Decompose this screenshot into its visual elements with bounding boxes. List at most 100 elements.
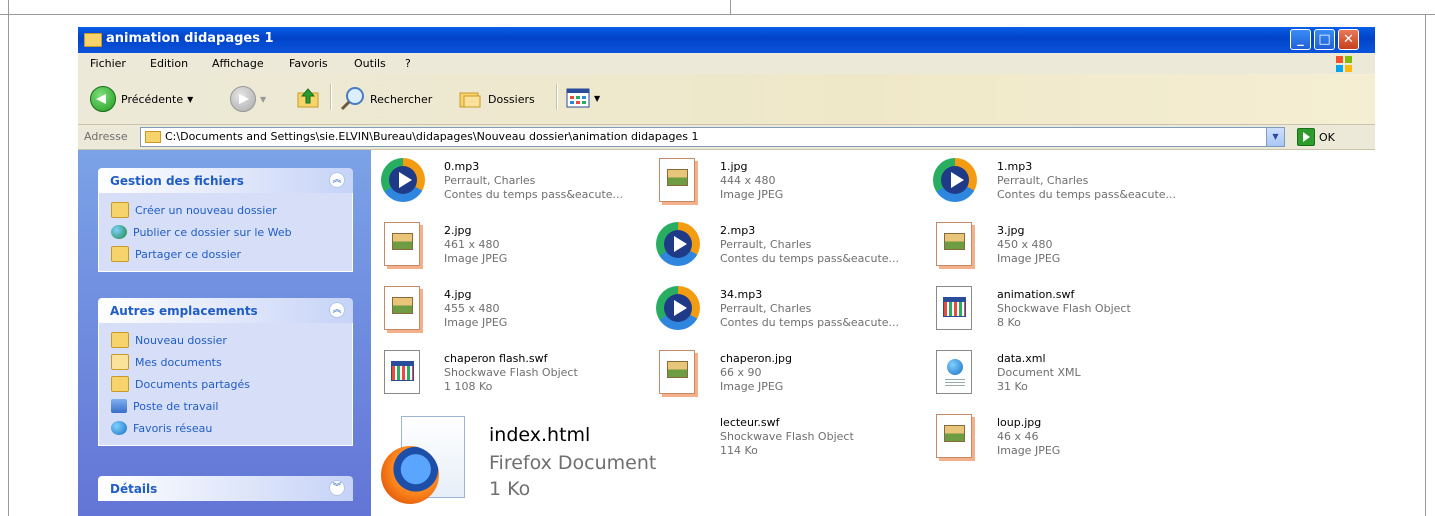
address-label: Adresse: [84, 130, 128, 143]
place-shared-documents[interactable]: Documents partagés: [99, 373, 352, 395]
views-icon: [566, 88, 590, 108]
expand-icon[interactable]: ︾: [329, 480, 345, 496]
file-meta: Contes du temps pass&eacute...: [997, 188, 1177, 201]
menu-outils[interactable]: Outils: [354, 57, 386, 70]
file-meta: Image JPEG: [444, 252, 508, 265]
place-network[interactable]: Favoris réseau: [99, 417, 352, 439]
place-label: Favoris réseau: [133, 421, 213, 435]
details-panel: Détails ︾: [98, 476, 353, 501]
file-name: chaperon.jpg: [720, 352, 793, 365]
file-meta: Image JPEG: [720, 188, 784, 201]
file-name: 1.jpg: [720, 160, 748, 173]
place-new-folder[interactable]: Nouveau dossier: [99, 329, 352, 351]
task-label: Publier ce dossier sur le Web: [133, 225, 292, 239]
file-meta: 31 Ko: [997, 380, 1028, 393]
file-item[interactable]: 2.mp3 Perrault, Charles Contes du temps …: [656, 222, 926, 278]
panel-header[interactable]: Détails ︾: [98, 476, 353, 501]
task-pane: Gestion des fichiers ︽ Créer un nouveau …: [78, 150, 371, 516]
file-meta: 8 Ko: [997, 316, 1021, 329]
menu-fichier[interactable]: Fichier: [90, 57, 126, 70]
task-label: Créer un nouveau dossier: [135, 203, 277, 217]
file-name: 2.jpg: [444, 224, 472, 237]
file-item[interactable]: animation.swf Shockwave Flash Object 8 K…: [933, 286, 1223, 342]
close-button[interactable]: ✕: [1338, 29, 1359, 50]
flash-file-icon: [384, 350, 420, 394]
task-new-folder[interactable]: Créer un nouveau dossier: [99, 199, 352, 221]
network-icon: [111, 421, 127, 435]
forward-button[interactable]: ▼: [230, 86, 266, 112]
file-name: lecteur.swf: [720, 416, 780, 429]
collapse-icon[interactable]: ︽: [329, 172, 345, 188]
folder-icon: [145, 131, 161, 143]
file-meta: Contes du temps pass&eacute...: [720, 252, 900, 265]
folders-label: Dossiers: [488, 92, 535, 106]
file-item[interactable]: 3.jpg 450 x 480 Image JPEG: [933, 222, 1223, 278]
back-arrow-icon: [90, 86, 116, 112]
file-item[interactable]: chaperon.jpg 66 x 90 Image JPEG: [656, 350, 926, 406]
place-my-computer[interactable]: Poste de travail: [99, 395, 352, 417]
task-publish-web[interactable]: Publier ce dossier sur le Web: [99, 221, 352, 243]
address-bar: Adresse C:\Documents and Settings\sie.EL…: [78, 125, 1375, 150]
maximize-button[interactable]: □: [1314, 29, 1335, 50]
file-name: 0.mp3: [444, 160, 480, 173]
menu-help[interactable]: ?: [405, 57, 411, 70]
explorer-window: animation didapages 1 _ □ ✕ Fichier Edit…: [78, 27, 1375, 516]
file-item[interactable]: 1.mp3 Perrault, Charles Contes du temps …: [933, 158, 1223, 214]
address-field[interactable]: C:\Documents and Settings\sie.ELVIN\Bure…: [140, 127, 1285, 147]
file-item[interactable]: 1.jpg 444 x 480 Image JPEG: [656, 158, 926, 214]
back-button[interactable]: Précédente ▼: [90, 86, 193, 112]
folders-button[interactable]: Dossiers: [458, 89, 535, 109]
file-meta: Image JPEG: [997, 444, 1061, 457]
file-item[interactable]: 2.jpg 461 x 480 Image JPEG: [381, 222, 651, 278]
task-share-folder[interactable]: Partager ce dossier: [99, 243, 352, 265]
file-name: index.html: [489, 424, 591, 446]
views-button[interactable]: ▼: [566, 88, 600, 108]
file-item-selected[interactable]: index.html Firefox Document 1 Ko: [381, 416, 656, 512]
menu-edition[interactable]: Edition: [150, 57, 188, 70]
image-file-icon: [384, 286, 420, 330]
file-name: 4.jpg: [444, 288, 472, 301]
file-item[interactable]: 0.mp3 Perrault, Charles Contes du temps …: [381, 158, 651, 214]
folder-up-icon: [297, 88, 319, 108]
file-meta: Firefox Document: [489, 452, 657, 474]
search-button[interactable]: Rechercher: [340, 86, 432, 112]
title-bar[interactable]: animation didapages 1 _ □ ✕: [78, 27, 1375, 53]
search-icon: [340, 87, 364, 111]
panel-header[interactable]: Autres emplacements ︽: [98, 298, 353, 323]
file-meta: 66 x 90: [720, 366, 762, 379]
minimize-button[interactable]: _: [1290, 29, 1311, 50]
panel-title: Gestion des fichiers: [110, 174, 244, 188]
document-frame-line: [1425, 14, 1426, 516]
folder-icon: [111, 376, 129, 392]
forward-arrow-icon: [230, 86, 256, 112]
file-name: 34.mp3: [720, 288, 763, 301]
globe-icon: [111, 225, 127, 239]
menu-favoris[interactable]: Favoris: [289, 57, 328, 70]
toolbar-separator: [330, 84, 332, 110]
image-file-icon: [659, 158, 695, 202]
go-button[interactable]: OK: [1297, 128, 1335, 146]
up-folder-button[interactable]: [296, 87, 320, 109]
address-dropdown-button[interactable]: ▼: [1266, 128, 1284, 146]
chevron-down-icon: ▼: [187, 94, 194, 104]
panel-title: Détails: [110, 482, 158, 496]
file-meta: 1 Ko: [489, 478, 531, 500]
file-meta: 444 x 480: [720, 174, 776, 187]
place-my-documents[interactable]: Mes documents: [99, 351, 352, 373]
file-item[interactable]: data.xml Document XML 31 Ko: [933, 350, 1223, 406]
go-label: OK: [1319, 130, 1335, 144]
file-item[interactable]: 34.mp3 Perrault, Charles Contes du temps…: [656, 286, 926, 342]
panel-header[interactable]: Gestion des fichiers ︽: [98, 168, 353, 193]
file-meta: 46 x 46: [997, 430, 1039, 443]
file-item[interactable]: chaperon flash.swf Shockwave Flash Objec…: [381, 350, 651, 406]
file-item[interactable]: 4.jpg 455 x 480 Image JPEG: [381, 286, 651, 342]
file-item[interactable]: lecteur.swf Shockwave Flash Object 114 K…: [656, 414, 926, 470]
file-item[interactable]: loup.jpg 46 x 46 Image JPEG: [933, 414, 1223, 470]
file-meta: 450 x 480: [997, 238, 1053, 251]
chevron-down-icon: ▼: [594, 93, 601, 103]
collapse-icon[interactable]: ︽: [329, 302, 345, 318]
chevron-down-icon: ▼: [260, 94, 267, 104]
computer-icon: [111, 399, 127, 413]
menu-affichage[interactable]: Affichage: [212, 57, 264, 70]
place-label: Poste de travail: [133, 399, 219, 413]
